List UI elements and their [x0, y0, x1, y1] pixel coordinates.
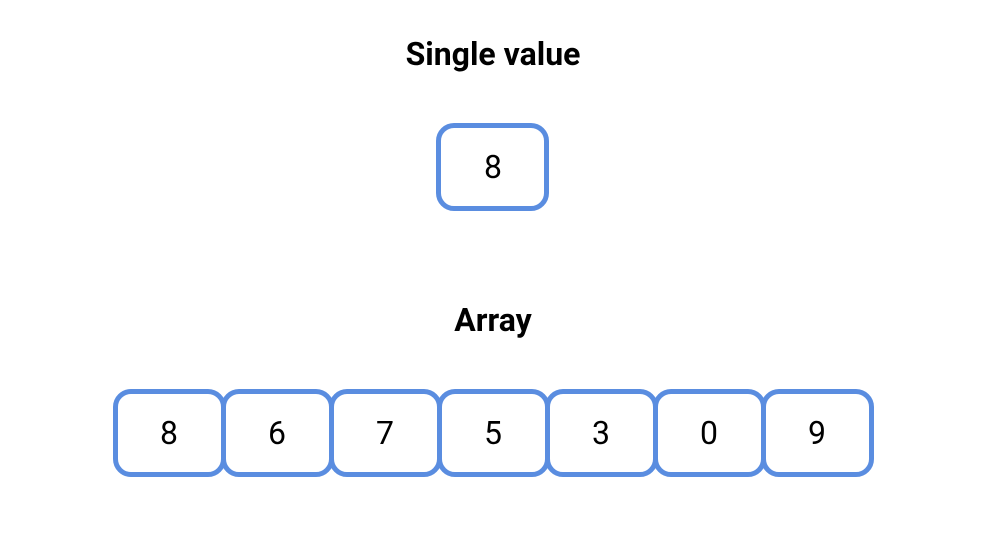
array-box: 6	[221, 389, 334, 477]
array-box: 8	[113, 389, 226, 477]
array-box: 9	[761, 389, 874, 477]
array-value-text: 8	[160, 414, 178, 452]
array-box: 3	[545, 389, 658, 477]
array-box: 0	[653, 389, 766, 477]
array-value-text: 3	[592, 414, 610, 452]
array-section: Array 8 6 7 5 3 0 9	[113, 301, 874, 477]
single-value-box-container: 8	[436, 123, 549, 211]
array-value-text: 5	[484, 414, 502, 452]
single-value-title: Single value	[406, 35, 581, 73]
single-value-text: 8	[484, 148, 502, 186]
array-box: 5	[437, 389, 550, 477]
array-value-text: 9	[808, 414, 826, 452]
single-value-section: Single value 8	[406, 35, 581, 211]
array-value-text: 0	[700, 414, 718, 452]
single-value-box: 8	[436, 123, 549, 211]
array-boxes-container: 8 6 7 5 3 0 9	[113, 389, 874, 477]
array-title: Array	[454, 301, 531, 339]
array-value-text: 6	[268, 414, 286, 452]
array-value-text: 7	[376, 414, 394, 452]
array-box: 7	[329, 389, 442, 477]
